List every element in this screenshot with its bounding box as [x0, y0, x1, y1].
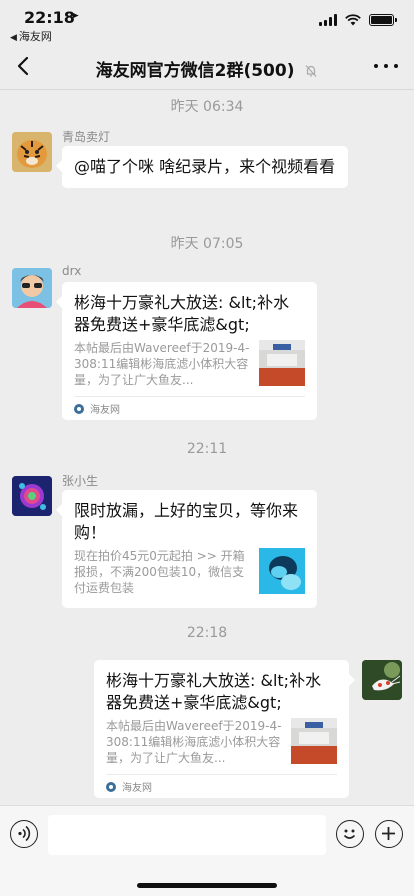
avatar[interactable] [12, 476, 52, 516]
card-description: 本帖最后由Wavereef于2019-4-308:11编辑彬海底滤小体积大容量，… [106, 719, 282, 765]
mute-bell-icon [305, 65, 317, 77]
site-logo-icon [106, 781, 116, 792]
card-source: 海友网 [74, 396, 305, 420]
dot-icon [374, 64, 378, 68]
card-title: 彬海十万豪礼大放送: &lt;补水器免费送+豪华底滤&gt; [74, 293, 290, 334]
card-source-label: 海友网 [90, 405, 120, 416]
status-time: 22:18 [24, 8, 75, 27]
plus-icon [382, 827, 395, 840]
cell-signal-icon [319, 14, 337, 26]
back-triangle-icon: ◀ [10, 33, 17, 43]
battery-icon [369, 14, 397, 26]
message-timestamp: 22:18 [186, 625, 228, 641]
link-card-bubble[interactable]: 限时放漏，上好的宝贝，等你来购！ 现在拍价45元0元起拍 >> 开箱报损，不满2… [56, 490, 317, 608]
message-text-input[interactable] [48, 815, 326, 855]
more-actions-button[interactable] [375, 820, 403, 848]
home-indicator[interactable] [137, 883, 277, 888]
avatar[interactable] [12, 132, 52, 172]
message-list[interactable]: 昨天 06:34 青岛卖灯 @喵了个咪 啥纪录片，来个视频看看 昨天 07:05… [0, 90, 414, 805]
avatar[interactable] [12, 268, 52, 308]
card-thumbnail [291, 718, 337, 764]
card-description: 现在拍价45元0元起拍 >> 开箱报损，不满200包装10，微信支付运费包装 [74, 549, 245, 595]
tiger-avatar-icon [12, 132, 52, 172]
chat-title: 海友网官方微信2群(500) [70, 56, 344, 81]
link-card-bubble[interactable]: 彬海十万豪礼大放送: &lt;补水器免费送+豪华底滤&gt; 本帖最后由Wave… [56, 282, 317, 420]
card-description: 本帖最后由Wavereef于2019-4-308:11编辑彬海底滤小体积大容量，… [74, 341, 250, 387]
back-to-app-link[interactable]: ◀ 海友网 [10, 28, 52, 44]
chevron-left-icon [17, 56, 29, 76]
chat-title-text: 海友网官方微信2群(500) [95, 61, 295, 81]
back-button[interactable] [12, 52, 36, 80]
location-arrow-icon: ➤ [70, 9, 80, 22]
sender-name: 青岛卖灯 [62, 130, 111, 144]
back-app-label: 海友网 [18, 30, 52, 43]
text-message-bubble[interactable]: @喵了个咪 啥纪录片，来个视频看看 [56, 146, 348, 188]
card-title: 彬海十万豪礼大放送: &lt;补水器免费送+豪华底滤&gt; [106, 671, 322, 712]
chat-header: 海友网官方微信2群(500) [0, 44, 414, 90]
card-source: 海友网 [106, 774, 337, 798]
card-thumbnail [259, 548, 305, 594]
sender-name: drx [62, 264, 82, 278]
wifi-icon [345, 14, 361, 26]
card-title: 限时放漏，上好的宝贝，等你来购！ [74, 501, 299, 542]
message-timestamp: 昨天 06:34 [170, 99, 244, 115]
card-thumbnail [259, 340, 305, 386]
smiley-icon [343, 829, 356, 839]
voice-input-button[interactable] [10, 820, 38, 848]
card-source-label: 海友网 [122, 783, 152, 794]
shrimp-avatar-icon [362, 660, 402, 700]
coral-avatar-icon [12, 476, 52, 516]
emoji-button[interactable] [336, 820, 364, 848]
message-timestamp: 22:11 [186, 441, 228, 457]
dot-icon [394, 64, 398, 68]
dot-icon [384, 64, 388, 68]
voice-icon [18, 825, 31, 842]
message-timestamp: 昨天 07:05 [170, 236, 244, 252]
sender-name: 张小生 [62, 474, 99, 488]
status-bar: 22:18 ➤ ◀ 海友网 [0, 0, 414, 44]
my-avatar[interactable] [362, 660, 402, 700]
site-logo-icon [74, 403, 84, 414]
link-card-bubble[interactable]: 彬海十万豪礼大放送: &lt;补水器免费送+豪华底滤&gt; 本帖最后由Wave… [94, 660, 355, 798]
person-avatar-icon [12, 268, 52, 308]
more-options-button[interactable] [374, 54, 398, 78]
